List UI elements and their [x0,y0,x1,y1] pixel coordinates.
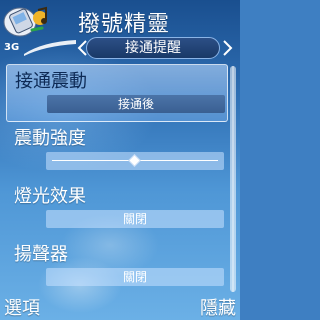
setting-label: 燈光效果 [14,186,86,207]
setting-connect-vibrate[interactable]: 接通震動 接通後 [6,64,228,122]
settings-list: 接通震動 接通後 震動強度 燈光效果 關閉 揚聲器 關閉 [6,64,228,296]
app-title: 撥號精靈 [78,12,171,37]
setting-value[interactable]: 接通後 [47,95,225,113]
signal-strength-icon [24,40,76,56]
network-indicator: 3G [4,42,20,53]
header: 3G 撥號精靈 接通提醒 [0,0,240,62]
setting-vibrate-strength[interactable]: 震動強度 [6,122,228,180]
slider-thumb[interactable] [128,154,141,167]
setting-light-effect[interactable]: 燈光效果 關閉 [6,180,228,238]
strength-slider[interactable] [46,152,224,170]
hide-softkey[interactable]: 隱藏 [200,294,236,320]
scroll-thumb[interactable] [230,66,236,292]
setting-label: 揚聲器 [14,244,68,265]
options-softkey[interactable]: 選項 [4,294,40,320]
softkey-bar: 選項 隱藏 [0,292,240,320]
setting-speaker[interactable]: 揚聲器 關閉 [6,238,228,296]
tab-current[interactable]: 接通提醒 [86,37,220,59]
scrollbar[interactable] [230,66,236,292]
setting-label: 接通震動 [15,71,87,92]
setting-value[interactable]: 關閉 [46,268,224,286]
tab-right-arrow-icon[interactable] [222,38,234,58]
setting-value[interactable]: 關閉 [46,210,224,228]
setting-label: 震動強度 [14,128,86,149]
